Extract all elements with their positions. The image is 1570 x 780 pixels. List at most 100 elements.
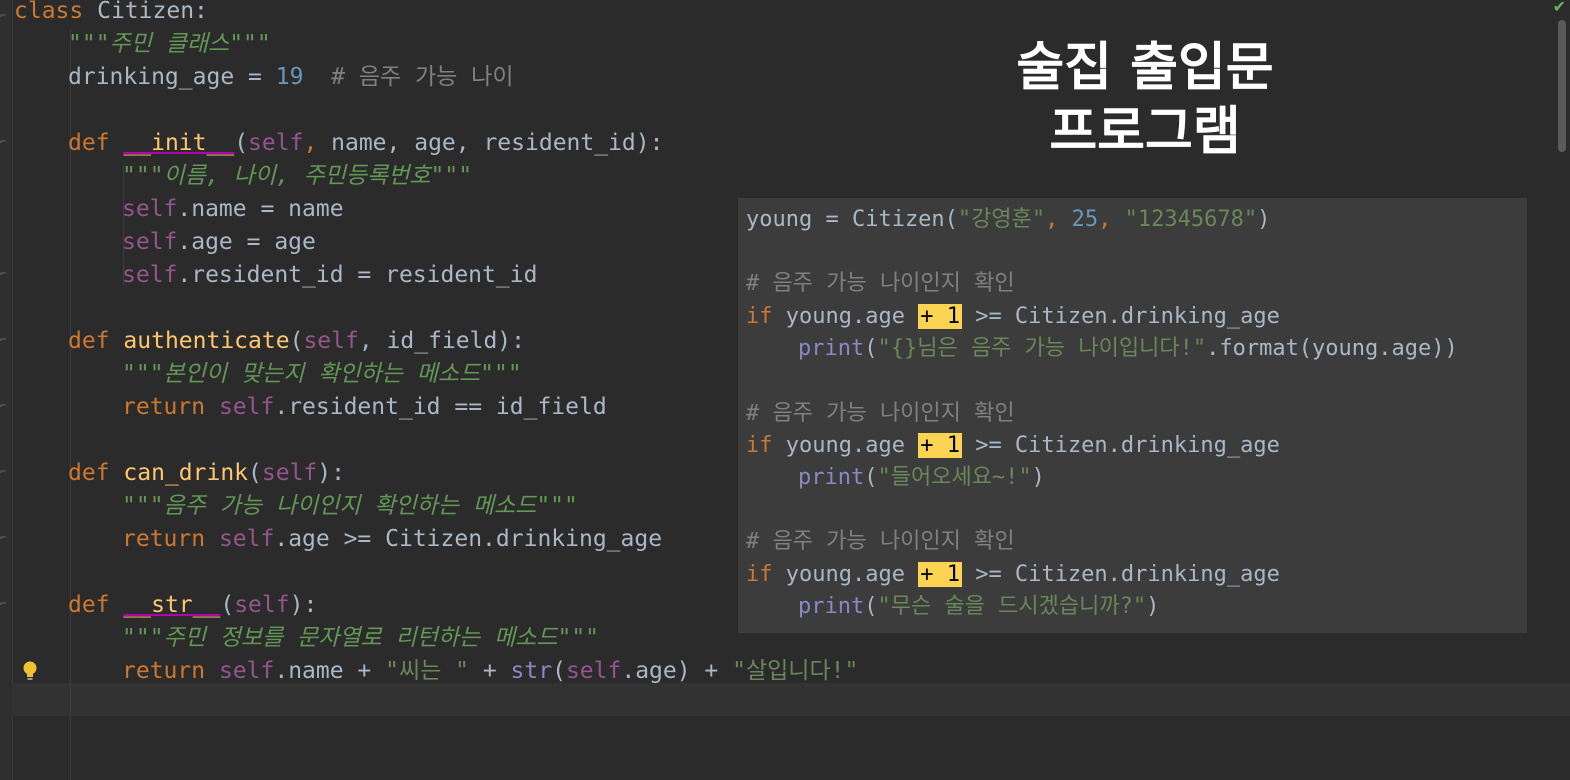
builtin-function: print (798, 336, 865, 361)
keyword: class (14, 0, 84, 24)
self-keyword: self (234, 592, 290, 618)
keyword: return (122, 658, 206, 684)
number: 19 (275, 64, 304, 90)
snippet-line: young = Citizen("강영훈", 25, "12345678") (746, 204, 1270, 236)
snippet-line: print("{}님은 음주 가능 나이입니다!".format(young.a… (798, 333, 1458, 365)
code-line: def can_drink(self): (68, 457, 345, 490)
self-keyword: self (565, 658, 622, 684)
fold-marker-icon[interactable]: ⌐ (0, 466, 10, 478)
code-text: , (303, 130, 332, 156)
fold-marker-icon[interactable]: ⌐ (0, 10, 10, 22)
code-text: ) (1257, 207, 1271, 232)
fold-marker-icon[interactable]: ⌐ (0, 268, 10, 280)
string-literal: "들어오세요~!" (877, 465, 1032, 490)
code-line: return self.name + "씨는 " + str(self.age)… (122, 655, 858, 688)
code-line: def authenticate(self, id_field): (68, 325, 525, 358)
code-text: .name = name (177, 196, 344, 222)
highlighted-expression: + 1 (918, 433, 962, 458)
comment: # 음주 가능 나이인지 확인 (746, 271, 1015, 296)
builtin-function: print (798, 465, 865, 490)
code-text: .age = age (177, 229, 316, 255)
highlighted-expression: + 1 (918, 562, 962, 587)
self-keyword: self (218, 394, 275, 420)
code-text: .resident_id = resident_id (177, 262, 538, 288)
code-text: >= Citizen.drinking_age (961, 433, 1280, 458)
string-literal: "강영훈" (957, 207, 1046, 232)
keyword: if (746, 433, 773, 458)
code-line: return self.resident_id == id_field (122, 391, 607, 424)
code-line: class Citizen: (14, 0, 208, 28)
code-text: ): (289, 592, 318, 618)
code-text: ) (1146, 594, 1160, 619)
code-line: """주민 정보를 문자열로 리턴하는 메소드""" (122, 622, 599, 655)
keyword: def (68, 328, 110, 354)
snippet-line: # 음주 가능 나이인지 확인 (746, 526, 1015, 558)
string-literal: "{}님은 음주 가능 나이입니다!" (877, 336, 1207, 361)
fold-marker-icon[interactable]: ⌐ (0, 136, 10, 148)
code-text: , (1098, 207, 1125, 232)
snippet-line: if young.age + 1 >= Citizen.drinking_age (746, 559, 1280, 591)
docstring: """음주 가능 나이인지 확인하는 메소드""" (122, 493, 578, 519)
code-text: ( (864, 465, 878, 490)
code-text: .name + (274, 658, 386, 684)
code-line: """이름, 나이, 주민등록번호""" (122, 160, 472, 193)
self-keyword: self (122, 262, 178, 288)
keyword: return (122, 526, 206, 552)
self-keyword: self (303, 328, 359, 354)
builtin-function: str (510, 658, 553, 684)
fold-marker-icon[interactable]: ⌐ (0, 400, 10, 412)
snippet-line: # 음주 가능 나이인지 확인 (746, 268, 1015, 300)
class-name: Citizen: (97, 0, 208, 24)
code-text: young.age (772, 433, 919, 458)
code-text: young.age (772, 304, 919, 329)
code-text: ( (289, 328, 304, 354)
code-text: ( (864, 594, 878, 619)
function-name: can_drink (123, 460, 249, 486)
code-text: ) (1031, 465, 1045, 490)
code-line: drinking_age = 19 # 음주 가능 나이 (68, 61, 513, 94)
fold-marker-icon[interactable]: ⌐ (0, 334, 10, 346)
string-literal: "씨는 " (385, 658, 469, 684)
comment: # 음주 가능 나이인지 확인 (746, 529, 1015, 554)
keyword: if (746, 562, 773, 587)
keyword: if (746, 304, 773, 329)
comment: # 음주 가능 나이 (331, 64, 514, 90)
overlay-title: 술집 출입문 프로그램 (960, 36, 1330, 164)
keyword: def (68, 130, 110, 156)
fold-marker-icon[interactable]: ⌐ (0, 598, 10, 610)
function-name: authenticate (123, 328, 290, 354)
code-line: self.age = age (122, 226, 316, 259)
self-keyword: self (122, 196, 178, 222)
function-name: __init__ (123, 130, 235, 156)
title-line-2: 프로그램 (1049, 102, 1241, 162)
code-line: self.name = name (122, 193, 344, 226)
code-text: .age >= Citizen.drinking_age (274, 526, 663, 552)
lightbulb-icon[interactable] (22, 660, 38, 682)
code-text: >= Citizen.drinking_age (961, 562, 1280, 587)
code-text: .age) + (621, 658, 733, 684)
code-line: """주민 클래스""" (68, 28, 271, 61)
keyword: return (122, 394, 206, 420)
snippet-line: if young.age + 1 >= Citizen.drinking_age (746, 430, 1280, 462)
snippet-line: if young.age + 1 >= Citizen.drinking_age (746, 301, 1280, 333)
builtin-function: print (798, 594, 865, 619)
code-text: ( (552, 658, 566, 684)
snippet-line: print("무슨 술을 드시겠습니까?") (798, 591, 1159, 623)
code-text: , (1045, 207, 1072, 232)
snippet-line: print("들어오세요~!") (798, 462, 1045, 494)
self-keyword: self (218, 526, 275, 552)
code-text: >= Citizen.drinking_age (961, 304, 1280, 329)
vertical-scrollbar[interactable] (1558, 20, 1566, 152)
docstring: """이름, 나이, 주민등록번호""" (122, 163, 473, 189)
fold-marker-icon[interactable]: ⌐ (0, 532, 10, 544)
code-text: ( (220, 592, 235, 618)
docstring: """본인이 맞는지 확인하는 메소드""" (122, 361, 522, 387)
docstring: """주민 정보를 문자열로 리턴하는 메소드""" (122, 625, 600, 651)
code-snippet-box: young = Citizen("강영훈", 25, "12345678") #… (738, 198, 1527, 633)
snippet-line: # 음주 가능 나이인지 확인 (746, 398, 1015, 430)
code-text: , id_field): (358, 328, 525, 354)
self-keyword: self (248, 130, 304, 156)
code-line: return self.age >= Citizen.drinking_age (122, 523, 662, 556)
self-keyword: self (261, 460, 318, 486)
code-text: .resident_id == id_field (274, 394, 607, 420)
